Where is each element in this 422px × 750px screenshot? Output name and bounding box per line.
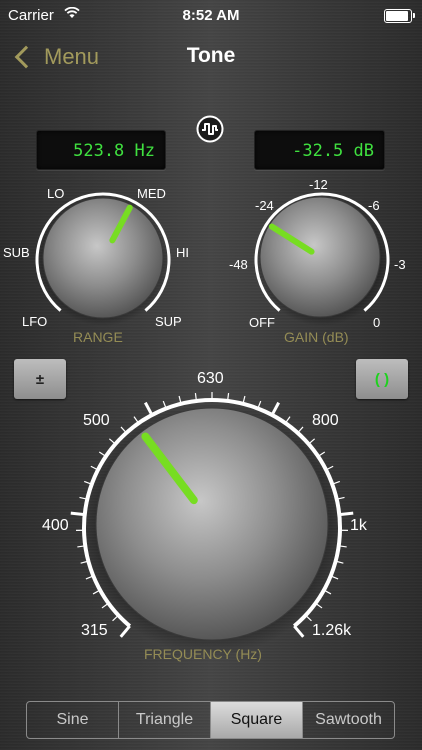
freq-label-630: 630	[197, 370, 224, 387]
range-caption: RANGE	[73, 329, 123, 345]
waveform-option-triangle[interactable]: Triangle	[119, 702, 211, 738]
frequency-tick	[144, 401, 154, 416]
freq-label-500: 500	[83, 412, 110, 429]
frequency-tick	[101, 602, 109, 609]
freq-label-800: 800	[312, 412, 339, 429]
gain-caption: GAIN (dB)	[284, 329, 349, 345]
frequency-tick	[305, 614, 312, 622]
stereo-button[interactable]: ( )	[356, 359, 408, 399]
freq-label-400: 400	[42, 517, 69, 534]
frequency-tick	[284, 416, 291, 424]
waveform-option-sawtooth[interactable]: Sawtooth	[303, 702, 394, 738]
range-label-sup: SUP	[155, 314, 182, 329]
frequency-tick	[108, 438, 116, 445]
frequency-tick	[70, 511, 85, 517]
frequency-tick	[112, 614, 119, 622]
gain-label-m12: -12	[309, 177, 328, 192]
range-label-lo: LO	[47, 186, 65, 201]
frequency-tick	[270, 401, 280, 416]
frequency-tick	[308, 438, 316, 445]
frequency-tick	[120, 426, 127, 434]
gain-label-m24: -24	[255, 198, 274, 213]
gain-label-m6: -6	[368, 198, 380, 213]
freq-label-315: 315	[81, 622, 108, 639]
gain-label-m48: -48	[229, 257, 248, 272]
waveform-selector: Sine Triangle Square Sawtooth	[26, 701, 395, 739]
range-label-hi: HI	[176, 245, 189, 260]
frequency-tick	[119, 625, 131, 638]
range-label-sub: SUB	[3, 245, 30, 260]
range-label-med: MED	[137, 186, 166, 201]
range-knob[interactable]	[35, 192, 171, 326]
freq-label-1k: 1k	[350, 517, 367, 534]
freq-label-1-26k: 1.26k	[312, 622, 352, 639]
frequency-tick	[297, 426, 304, 434]
frequency-tick	[133, 416, 140, 424]
gain-knob[interactable]	[254, 192, 390, 326]
gain-label-m3: -3	[394, 257, 406, 272]
polarity-button[interactable]: ±	[14, 359, 66, 399]
range-label-lfo: LFO	[22, 314, 48, 329]
frequency-tick	[98, 451, 107, 457]
gain-label-zero: 0	[373, 315, 381, 330]
gain-label-off: OFF	[249, 315, 275, 330]
waveform-option-square[interactable]: Square	[211, 702, 303, 738]
frequency-tick	[339, 511, 354, 517]
waveform-option-sine[interactable]: Sine	[27, 702, 119, 738]
frequency-tick	[293, 625, 305, 638]
frequency-knob[interactable]	[70, 392, 354, 656]
frequency-tick	[317, 451, 326, 457]
frequency-caption: FREQUENCY (Hz)	[144, 646, 262, 662]
frequency-tick	[315, 602, 323, 609]
